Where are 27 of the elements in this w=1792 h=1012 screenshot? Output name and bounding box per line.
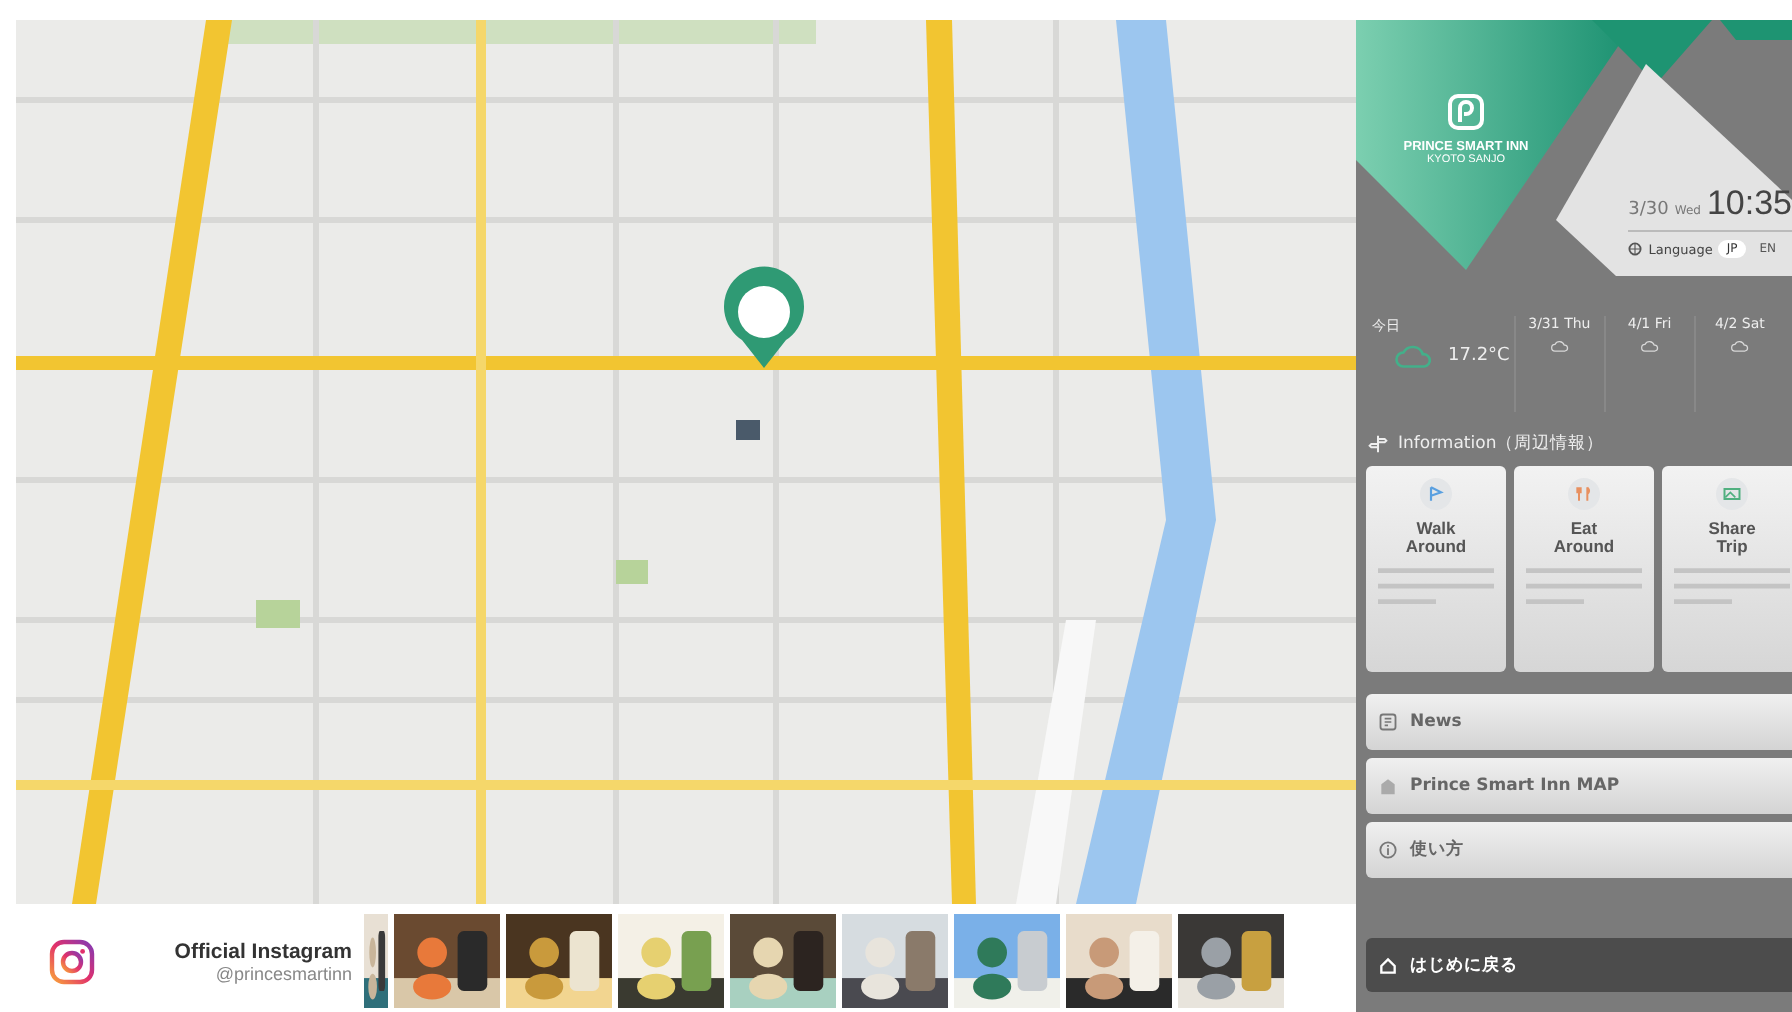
photo-icon: [1722, 484, 1742, 504]
card-title: Share Trip: [1706, 520, 1758, 554]
flag-icon: [1426, 484, 1446, 504]
instagram-handle[interactable]: @princesmartinn: [215, 963, 352, 983]
fork-knife-icon: [1574, 484, 1594, 504]
news-icon: [1378, 712, 1398, 732]
section-title: Information（周辺情報）: [1398, 432, 1605, 456]
home-icon: [1378, 955, 1398, 975]
menu-item[interactable]: News: [1366, 694, 1792, 750]
menu-item[interactable]: 使い方: [1366, 822, 1792, 878]
card-title: Eat Around: [1551, 520, 1617, 554]
info-card[interactable]: Share Trip: [1662, 466, 1792, 672]
info-card[interactable]: Walk Around: [1366, 466, 1506, 672]
temperature-text: 17.2°C: [1448, 346, 1510, 366]
date-text: 3/30: [1628, 200, 1669, 220]
signpost-icon: [1368, 434, 1388, 454]
globe-icon: [1628, 242, 1643, 256]
info-icon: [1378, 840, 1398, 860]
info-card[interactable]: Eat Around: [1514, 466, 1654, 672]
spiral-logo-icon: [1446, 92, 1486, 132]
instagram-icon[interactable]: [48, 937, 96, 985]
back-button[interactable]: はじめに戻る: [1366, 938, 1792, 992]
building-icon: [1378, 776, 1398, 796]
menu-item[interactable]: Prince Smart Inn MAP: [1366, 758, 1792, 814]
instagram-title: Official Instagram: [174, 939, 352, 963]
clock-time: 10:35: [1706, 184, 1792, 224]
card-title: Walk Around: [1403, 520, 1469, 554]
